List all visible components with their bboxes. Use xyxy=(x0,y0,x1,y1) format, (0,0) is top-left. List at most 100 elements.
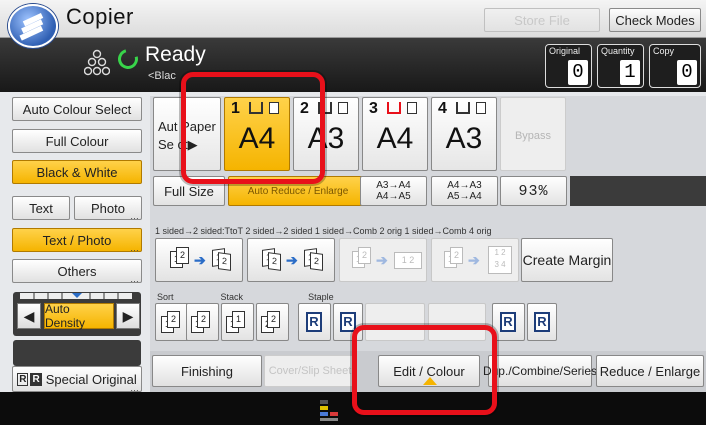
auto-reduce-enlarge-button[interactable]: Auto Reduce / Enlarge xyxy=(228,176,368,206)
tray-number: 4 xyxy=(438,100,447,117)
sort-label: Sort xyxy=(157,292,174,302)
auto-density-button[interactable]: Auto Density xyxy=(44,302,114,330)
tray-icon xyxy=(318,102,332,114)
copy-value: 0 xyxy=(677,60,697,85)
density-increase-button[interactable]: ▶ xyxy=(116,303,140,329)
left-panel-spacer xyxy=(13,340,141,366)
bypass-tray-button[interactable]: Bypass xyxy=(500,97,566,171)
staple-label: Staple xyxy=(308,292,334,302)
full-colour-button[interactable]: Full Colour xyxy=(12,129,142,153)
page-icon: 2 xyxy=(358,247,371,264)
tab-dup-combine-series[interactable]: Dup./Combine/Series xyxy=(483,355,597,387)
staple-center-button[interactable]: R xyxy=(527,303,557,341)
tray-number: 3 xyxy=(369,100,378,117)
zoom-spacer xyxy=(570,176,706,206)
staple-two-left-button[interactable] xyxy=(365,303,425,341)
paper-spacer xyxy=(570,97,706,171)
copy-label: Copy xyxy=(653,46,675,56)
paper-tray-4-button[interactable]: 4 A3 xyxy=(431,97,497,171)
zoom-ratio-button[interactable]: 93% xyxy=(500,176,567,206)
auto-colour-select-button[interactable]: Auto Colour Select xyxy=(12,97,142,121)
bottom-bar xyxy=(0,392,706,425)
store-file-button[interactable]: Store File xyxy=(484,8,600,32)
staple-r-icon: R xyxy=(500,312,516,332)
staple-r-icon: R xyxy=(534,312,550,332)
special-original-label: Special Original xyxy=(45,371,137,387)
black-white-button[interactable]: Black & White xyxy=(12,160,142,184)
full-size-button[interactable]: Full Size xyxy=(153,176,225,206)
stack-button[interactable]: 2 2 xyxy=(256,303,289,341)
tray-empty-icon xyxy=(387,102,401,114)
sheet-icon xyxy=(407,102,417,114)
sheet-icon xyxy=(338,102,348,114)
copier-logo-icon xyxy=(8,4,58,48)
tray-icon xyxy=(456,102,470,114)
text-photo-mode-button[interactable]: Text / Photo xyxy=(12,228,142,253)
original-label: Original xyxy=(549,46,581,56)
tab-cover-slip-sheet[interactable]: Cover/Slip Sheet xyxy=(264,355,356,387)
status-text: Ready xyxy=(145,43,206,66)
sort-button[interactable]: 1 2 xyxy=(186,303,219,341)
preset-reduce-label: A3→A4 A4→A5 xyxy=(376,180,411,202)
page-icon: 1 2 xyxy=(394,252,422,269)
arrow-icon: ➔ xyxy=(194,252,206,268)
duplex-2-to-2-button[interactable]: 1 2 ➔ 1 2 xyxy=(247,238,335,282)
combine-2-button[interactable]: 1 2 ➔ 1 2 xyxy=(339,238,427,282)
sheet-icon xyxy=(269,102,279,114)
create-margin-button[interactable]: Create Margin xyxy=(521,238,613,282)
page-icon: 2 xyxy=(267,311,280,328)
arrow-icon: ➔ xyxy=(286,252,298,268)
finishing-labels: Sort Stack Staple xyxy=(157,292,334,302)
page-icon: 2 xyxy=(197,311,210,328)
tray-number: 2 xyxy=(300,100,309,117)
copies-icon xyxy=(83,48,111,78)
tab-finishing[interactable]: Finishing xyxy=(152,355,262,387)
copy-counter: Copy 0 xyxy=(649,44,701,88)
check-modes-button[interactable]: Check Modes xyxy=(609,8,701,32)
paper-tray-2-button[interactable]: 2 A3 xyxy=(293,97,359,171)
duplex-mode-labels: 1 sided→2 sided:TtoT 2 sided→2 sided 1 s… xyxy=(155,226,492,236)
special-original-button[interactable]: R R Special Original xyxy=(12,366,142,393)
staple-top-left-button[interactable]: R xyxy=(298,303,331,341)
density-decrease-button[interactable]: ◀ xyxy=(17,303,41,329)
text-mode-button[interactable]: Text xyxy=(12,196,70,220)
preset-reduce-a3-a4-button[interactable]: A3→A4 A4→A5 xyxy=(360,176,427,206)
preset-enlarge-label: A4→A3 A5→A4 xyxy=(447,180,482,202)
status-subtext: <Blac xyxy=(148,70,176,82)
tray-paper-size: A4 xyxy=(238,122,276,155)
tab-edit-colour[interactable]: Edit / Colour xyxy=(378,355,480,387)
stack-label: Stack xyxy=(220,292,244,302)
page-icon: 2 xyxy=(450,247,463,264)
duplex-1-to-2-button[interactable]: 1 2 ➔ 1 2 xyxy=(155,238,243,282)
preset-enlarge-a4-a3-button[interactable]: A4→A3 A5→A4 xyxy=(431,176,498,206)
special-original-icon-2: R xyxy=(30,372,42,386)
tray-icon xyxy=(249,102,263,114)
combine-4-button[interactable]: 1 2 ➔ 1 23 4 xyxy=(431,238,519,282)
quantity-value: 1 xyxy=(620,60,640,85)
staple-two-top-button[interactable] xyxy=(428,303,486,341)
staple-r-icon: R xyxy=(306,312,322,332)
page-icon: 2 xyxy=(218,252,231,271)
page-icon: 2 xyxy=(268,252,281,271)
tray-paper-size: A3 xyxy=(445,122,483,155)
arrow-icon: ➔ xyxy=(468,252,480,268)
others-mode-button[interactable]: Others xyxy=(12,259,142,284)
paper-tray-1-button[interactable]: 1 A4 xyxy=(224,97,290,171)
staple-two-right-button[interactable]: R xyxy=(492,303,525,341)
auto-paper-select-button[interactable]: Aut Paper Se ct▶ xyxy=(153,97,221,171)
page-icon: 1 xyxy=(232,311,245,328)
original-counter: Original 0 xyxy=(545,44,592,88)
staple-r-icon: R xyxy=(340,312,356,332)
tray-paper-size: A3 xyxy=(307,122,345,155)
tab-reduce-enlarge[interactable]: Reduce / Enlarge xyxy=(596,355,704,387)
photo-mode-button[interactable]: Photo xyxy=(74,196,142,221)
staple-top-right-button[interactable]: R xyxy=(333,303,363,341)
density-scale xyxy=(20,293,132,299)
tray-paper-size: A4 xyxy=(376,122,414,155)
stack-rotate-button[interactable]: 1 1 xyxy=(221,303,254,341)
page-icon: 2 xyxy=(176,247,189,264)
paper-tray-3-button[interactable]: 3 A4 xyxy=(362,97,428,171)
special-original-icon: R xyxy=(17,372,29,386)
quantity-counter: Quantity 1 xyxy=(597,44,644,88)
tray-number: 1 xyxy=(231,100,240,117)
